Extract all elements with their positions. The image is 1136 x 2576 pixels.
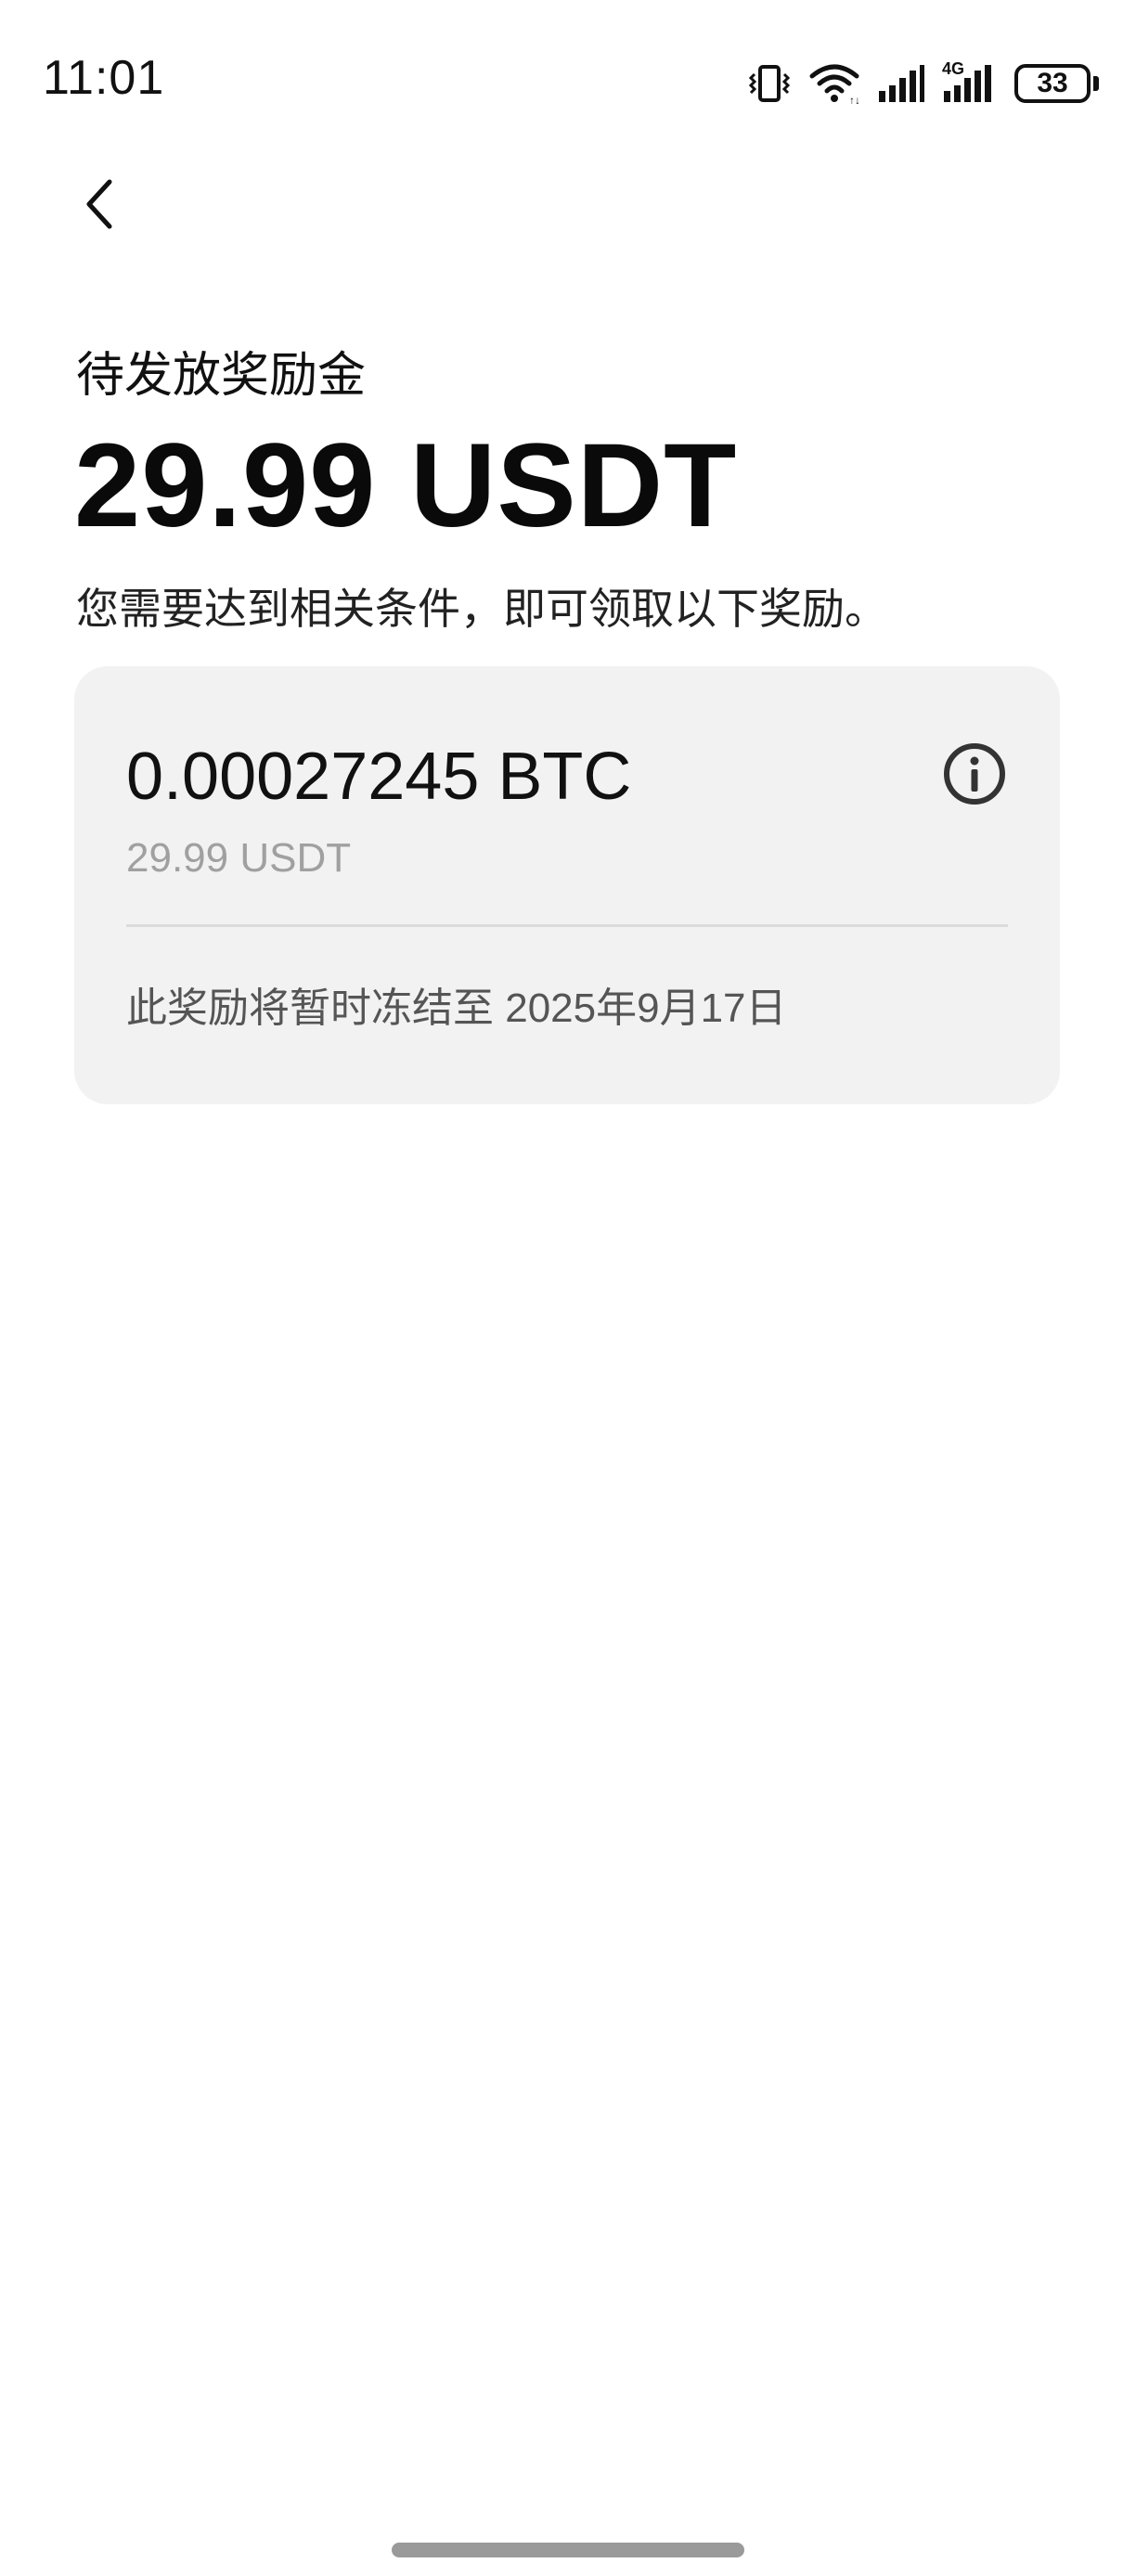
status-bar: 11:01 ↑↓ 4G 33 xyxy=(0,0,1136,167)
wifi-icon: ↑↓ xyxy=(809,64,860,104)
reward-instruction: 您需要达到相关条件，即可领取以下奖励。 xyxy=(76,585,887,633)
status-icons: ↑↓ 4G 33 xyxy=(747,59,1099,108)
battery-icon: 33 xyxy=(1014,64,1091,103)
back-button[interactable] xyxy=(72,171,128,238)
vibrate-icon xyxy=(748,65,791,102)
signal-icon xyxy=(879,65,924,102)
card-divider xyxy=(126,924,1008,927)
signal-4g-indicator: 4G xyxy=(942,59,998,104)
signal-4g-icon xyxy=(944,65,991,102)
page-subtitle: 待发放奖励金 xyxy=(76,349,367,403)
btc-amount: 0.00027245 BTC xyxy=(126,740,632,814)
chevron-left-icon xyxy=(86,179,112,229)
home-indicator[interactable] xyxy=(392,2543,744,2557)
freeze-note: 此奖励将暂时冻结至 2025年9月17日 xyxy=(126,985,787,1031)
pending-reward-amount: 29.99 USDT xyxy=(74,419,738,552)
svg-text:↑↓: ↑↓ xyxy=(849,94,860,104)
status-time: 11:01 xyxy=(43,51,165,105)
usdt-equivalent: 29.99 USDT xyxy=(126,835,352,881)
info-icon[interactable] xyxy=(941,741,1008,807)
battery-indicator: 33 xyxy=(1014,64,1099,103)
reward-card: 0.00027245 BTC 29.99 USDT 此奖励将暂时冻结至 2025… xyxy=(74,666,1060,1104)
battery-cap xyxy=(1093,76,1099,91)
